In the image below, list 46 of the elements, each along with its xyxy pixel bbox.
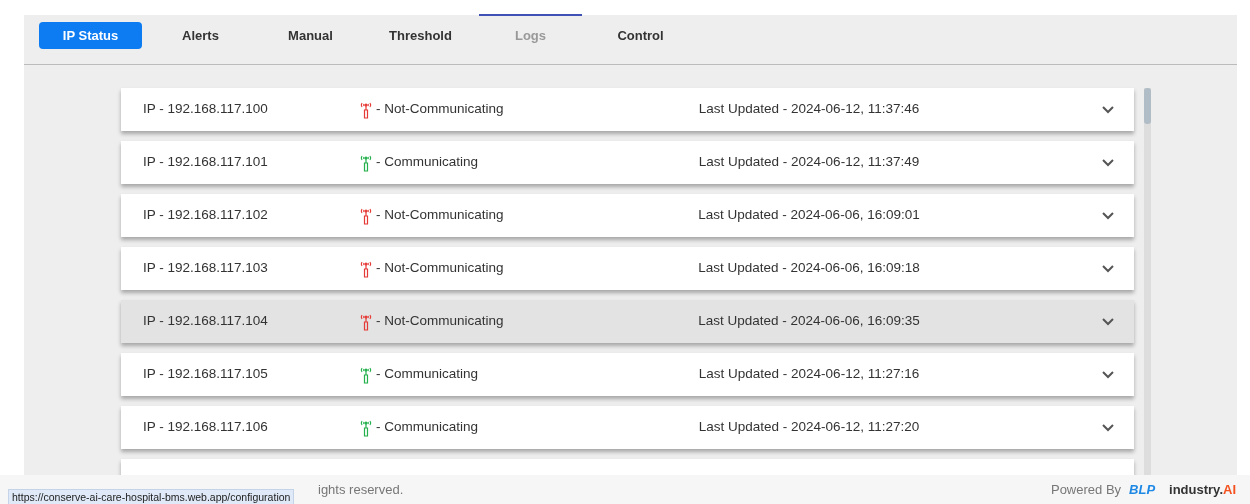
tab[interactable]: Control xyxy=(589,22,692,49)
status-text: - Communicating xyxy=(376,365,479,384)
last-updated: Last Updated - 2024-06-12, 11:27:20 xyxy=(698,419,920,435)
chevron-down-icon[interactable] xyxy=(1102,423,1114,432)
last-updated: Last Updated - 2024-06-06, 16:09:35 xyxy=(698,313,920,329)
ip-card[interactable]: IP - 192.168.117.101 - Communicating Last Updated - 2024-06-12, 11:37:49 xyxy=(121,141,1134,184)
tab[interactable]: Alerts xyxy=(149,22,252,49)
ip-address: IP - 192.168.117.103 xyxy=(143,260,268,276)
ip-card[interactable]: IP - 192.168.117.104 - Not-Communicating Last Updated - 2024-06-06, 16:09:35 xyxy=(121,300,1134,343)
ip-card[interactable]: IP - 192.168.117.102 - Not-Communicating Last Updated - 2024-06-06, 16:09:01 xyxy=(121,194,1134,237)
last-updated: Last Updated - 2024-06-12, 11:37:46 xyxy=(698,101,920,117)
ip-address: IP - 192.168.117.100 xyxy=(143,101,268,117)
partner-logo: BLP xyxy=(1129,480,1156,499)
scrollbar[interactable] xyxy=(1144,88,1151,475)
ip-address: IP - 192.168.117.105 xyxy=(143,366,268,382)
status-text: - Communicating xyxy=(376,153,479,172)
ip-address: IP - 192.168.117.106 xyxy=(143,419,268,435)
status-text: - Not-Communicating xyxy=(376,312,504,331)
link-tooltip: https://conserve-ai-care-hospital-bms.web.app/configuration xyxy=(8,489,295,504)
chevron-down-icon[interactable] xyxy=(1102,317,1114,326)
chevron-down-icon[interactable] xyxy=(1102,264,1114,273)
last-updated: Last Updated - 2024-06-06, 16:09:01 xyxy=(698,207,920,223)
ip-card[interactable]: IP - 192.168.117.100 - Not-Communicating Last Updated - 2024-06-12, 11:37:46 xyxy=(121,88,1134,131)
last-updated: Last Updated - 2024-06-12, 11:27:16 xyxy=(698,366,920,382)
ip-address: IP - 192.168.117.101 xyxy=(143,154,268,170)
ip-address: IP - 192.168.117.102 xyxy=(143,207,268,223)
chevron-down-icon[interactable] xyxy=(1102,211,1114,220)
tab[interactable]: IP Status xyxy=(39,22,142,49)
ip-card[interactable]: IP - 192.168.117.103 - Not-Communicating Last Updated - 2024-06-06, 16:09:18 xyxy=(121,247,1134,290)
ip-card[interactable]: IP - 192.168.117.105 - Communicating Last Updated - 2024-06-12, 11:27:16 xyxy=(121,353,1134,396)
copyright-text: ights reserved. xyxy=(318,480,404,499)
chevron-down-icon[interactable] xyxy=(1102,370,1114,379)
status-text: - Not-Communicating xyxy=(376,100,504,119)
tab[interactable]: Manual xyxy=(259,22,362,49)
ip-card[interactable]: IP - 192.168.117.106 - Communicating Last Updated - 2024-06-12, 11:27:20 xyxy=(121,406,1134,449)
brand-logo: industry.AI xyxy=(1169,480,1236,499)
status-text: - Not-Communicating xyxy=(376,259,504,278)
last-updated: Last Updated - 2024-06-12, 11:37:49 xyxy=(698,154,920,170)
tab[interactable]: Threshold xyxy=(369,22,472,49)
last-updated: Last Updated - 2024-06-06, 16:09:18 xyxy=(698,260,920,276)
ip-address: IP - 192.168.117.104 xyxy=(143,313,268,329)
powered-by-text: Powered By xyxy=(1050,480,1122,499)
chevron-down-icon[interactable] xyxy=(1102,105,1114,114)
status-text: - Not-Communicating xyxy=(376,206,504,225)
status-text: - Communicating xyxy=(376,418,479,437)
chevron-down-icon[interactable] xyxy=(1102,158,1114,167)
